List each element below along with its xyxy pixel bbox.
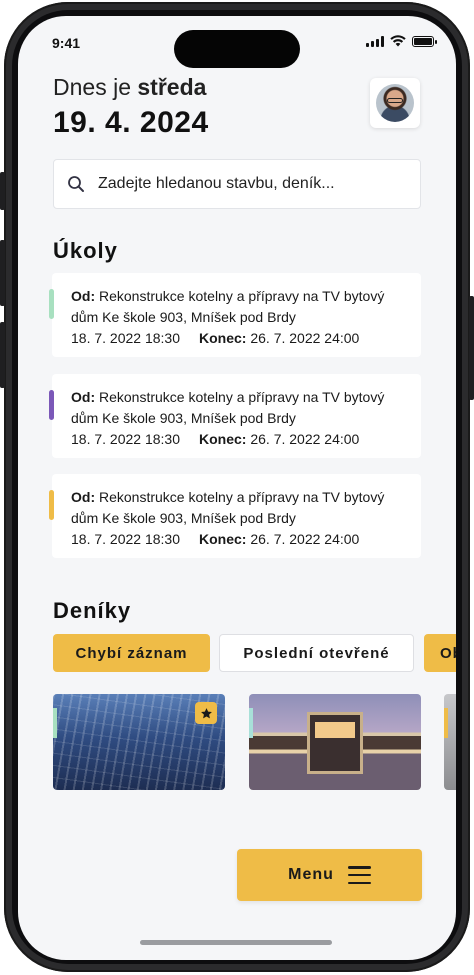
task-start: 18. 7. 2022 18:30 [71, 531, 180, 547]
battery-icon [412, 35, 437, 47]
side-button [0, 172, 5, 210]
diary-accent [53, 708, 57, 738]
task-end-label: Konec: [199, 531, 247, 547]
diary-accent [249, 708, 253, 738]
task-accent [49, 289, 54, 319]
filter-missing-entry[interactable]: Chybí záznam [53, 634, 210, 672]
task-description: Rekonstrukce kotelny a přípravy na TV by… [99, 288, 385, 304]
weekday: středa [137, 74, 207, 100]
menu-button[interactable]: Menu [237, 849, 422, 901]
filter-partial[interactable]: Ob [424, 634, 456, 672]
profile-button[interactable] [370, 78, 420, 128]
search-icon [54, 175, 98, 193]
volume-down-button [0, 322, 5, 388]
greeting-prefix: Dnes je [53, 74, 131, 100]
task-end-label: Konec: [199, 431, 247, 447]
task-start: 18. 7. 2022 18:30 [71, 330, 180, 346]
task-description: Rekonstrukce kotelny a přípravy na TV by… [99, 489, 385, 505]
task-end: 26. 7. 2022 24:00 [250, 431, 360, 447]
avatar [376, 84, 414, 122]
diary-accent [444, 708, 448, 738]
task-end: 26. 7. 2022 24:00 [250, 531, 360, 547]
task-card[interactable]: Od: Rekonstrukce kotelny a přípravy na T… [49, 474, 421, 558]
power-button [469, 296, 474, 400]
diaries-heading: Deníky [53, 598, 132, 623]
task-end: 26. 7. 2022 24:00 [250, 330, 360, 346]
task-description: Rekonstrukce kotelny a přípravy na TV by… [99, 389, 385, 405]
filter-recently-opened[interactable]: Poslední otevřené [219, 634, 414, 672]
house-image [307, 712, 363, 774]
diary-card[interactable] [249, 694, 421, 790]
task-from-label: Od: [71, 389, 96, 405]
diary-card[interactable] [444, 694, 456, 790]
task-accent [49, 490, 54, 520]
task-start: 18. 7. 2022 18:30 [71, 431, 180, 447]
wifi-icon [390, 35, 406, 47]
signal-icon [366, 35, 384, 47]
volume-up-button [0, 240, 5, 306]
search-bar[interactable] [53, 159, 421, 209]
search-input[interactable] [98, 175, 398, 193]
task-description-cont: dům Ke škole 903, Mníšek pod Brdy [71, 410, 296, 426]
tasks-heading: Úkoly [53, 238, 118, 263]
current-date: 19. 4. 2024 [53, 106, 209, 139]
home-indicator[interactable] [140, 940, 332, 945]
task-from-label: Od: [71, 288, 96, 304]
task-card[interactable]: Od: Rekonstrukce kotelny a přípravy na T… [49, 273, 421, 357]
task-end-label: Konec: [199, 330, 247, 346]
task-description-cont: dům Ke škole 903, Mníšek pod Brdy [71, 510, 296, 526]
status-time: 9:41 [52, 35, 81, 51]
task-description-cont: dům Ke škole 903, Mníšek pod Brdy [71, 309, 296, 325]
menu-label: Menu [288, 866, 334, 883]
dynamic-island [174, 30, 300, 68]
greeting: Dnes je středa [53, 74, 206, 101]
task-accent [49, 390, 54, 420]
app-screen: 9:41 Dnes je středa 19. 4. 2024 Úkoly Od… [18, 16, 456, 960]
task-card[interactable]: Od: Rekonstrukce kotelny a přípravy na T… [49, 374, 421, 458]
star-icon[interactable] [195, 702, 217, 724]
hamburger-icon [347, 866, 371, 884]
task-from-label: Od: [71, 489, 96, 505]
diary-card[interactable] [53, 694, 225, 790]
status-icons [366, 35, 437, 47]
